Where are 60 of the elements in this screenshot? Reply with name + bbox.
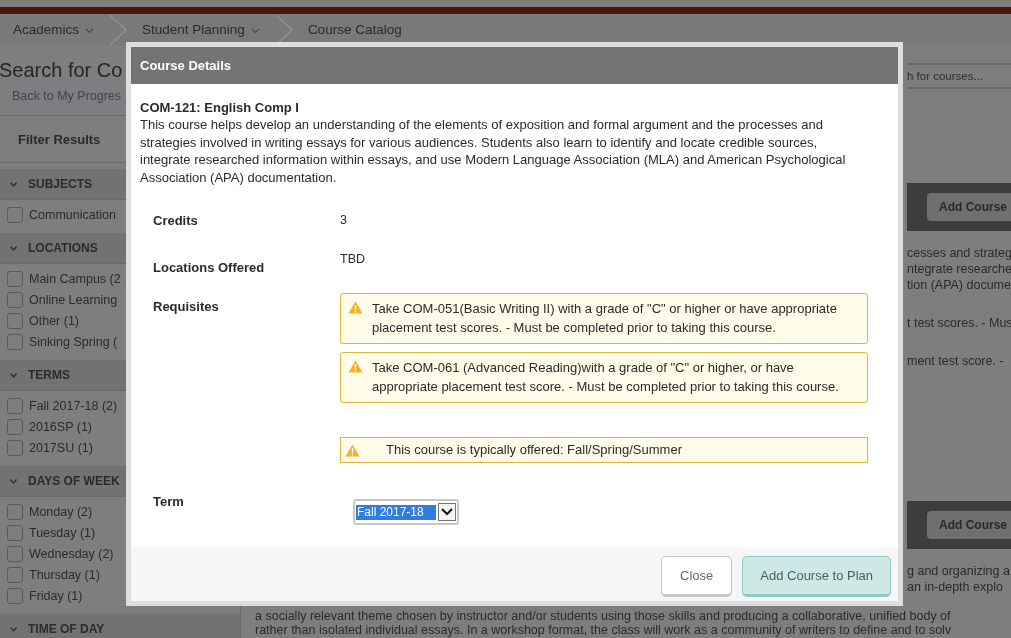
filter-option[interactable]: Online Learning (29, 292, 118, 307)
warning-icon (348, 360, 363, 373)
filter-option[interactable]: Sinking Spring ( (29, 334, 118, 349)
add-course-button[interactable]: Add Course (927, 193, 1011, 221)
detail-label: Credits (153, 213, 199, 228)
filter-heading: Filter Results (18, 131, 101, 147)
course-text: cesses and strateg (907, 245, 1011, 261)
detail-label: Requisites (153, 299, 220, 314)
course-text: g and organizing a (907, 563, 1011, 579)
filter-option[interactable]: Thursday (1) (29, 567, 100, 582)
course-text: ntegrate researche (907, 261, 1011, 277)
course-text: ment test score. - (907, 353, 1005, 369)
close-button[interactable]: Close (661, 555, 733, 597)
checkbox[interactable] (7, 545, 23, 562)
filter-option[interactable]: Main Campus (2 (29, 271, 121, 286)
filter-section-header[interactable]: TIME OF DAY (0, 614, 240, 638)
dialog-title: Course Details (140, 58, 232, 73)
checkbox[interactable] (7, 333, 23, 350)
breadcrumb-link[interactable]: Student Planning (142, 22, 260, 37)
checkbox[interactable] (7, 503, 23, 520)
search-field[interactable]: h for courses... (907, 70, 1011, 82)
checkbox[interactable] (7, 418, 23, 435)
breadcrumb-link[interactable]: Course Catalog (307, 22, 402, 37)
filter-option[interactable]: Fall 2017-18 (2) (29, 398, 118, 413)
checkbox[interactable] (7, 524, 23, 541)
requisite-warning: Take COM-061 (Advanced Reading)with a grade of "C" or higher, or have appropriate placement test score. - Must be completed prior to taking this course. (340, 352, 868, 403)
filter-option[interactable]: Tuesday (1) (29, 525, 96, 540)
offered-note: This course is typically offered: Fall/Spring/Summer (340, 437, 868, 463)
checkbox[interactable] (7, 587, 23, 604)
filter-option[interactable]: Wednesday (2) (29, 546, 114, 561)
course-description: a socially relevant theme chosen by instructor and/or students using those skills and producing a collaborative, unified body of (255, 609, 952, 623)
filter-option[interactable]: 2016SP (1) (29, 419, 92, 434)
caret-icon (438, 503, 456, 521)
course-text: an in-depth explo (907, 579, 1004, 595)
course-text: tion (APA) docume (907, 277, 1011, 293)
checkbox[interactable] (7, 397, 23, 414)
filter-option[interactable]: 2017SU (1) (29, 440, 93, 455)
filter-option[interactable]: Other (1) (29, 313, 79, 328)
warning-icon (348, 301, 363, 314)
checkbox[interactable] (7, 439, 23, 456)
add-course-button[interactable]: Add Course (927, 511, 1011, 539)
breadcrumb-separator (273, 14, 296, 45)
checkbox[interactable] (7, 566, 23, 583)
checkbox[interactable] (7, 206, 23, 223)
course-title: COM-121: English Comp I (140, 100, 300, 115)
warning-icon (345, 444, 360, 457)
add-course-button[interactable]: Add Course to Plan (742, 555, 891, 597)
detail-value: 3 (340, 213, 348, 227)
detail-value: TBD (340, 252, 366, 266)
checkbox[interactable] (7, 270, 23, 287)
filter-option[interactable]: Communication (29, 207, 116, 222)
checkbox[interactable] (7, 312, 23, 329)
term-select[interactable]: Fall 2017-18 (353, 499, 459, 525)
page-title: Search for Co (0, 59, 123, 82)
filter-option[interactable]: Monday (2) (29, 504, 93, 519)
checkbox[interactable] (7, 291, 23, 308)
course-description: rather than isolated individual essays. In a workshop format, the class will work as a community of writers to define and to solv (255, 623, 953, 637)
requisite-warning: Take COM-051(Basic Writing II) with a grade of "C" or higher or have appropriate placement test scores. - Must be completed prior to taking this course. (340, 293, 868, 344)
filter-option[interactable]: Friday (1) (29, 588, 83, 603)
breadcrumb-link[interactable]: Academics (13, 22, 95, 37)
